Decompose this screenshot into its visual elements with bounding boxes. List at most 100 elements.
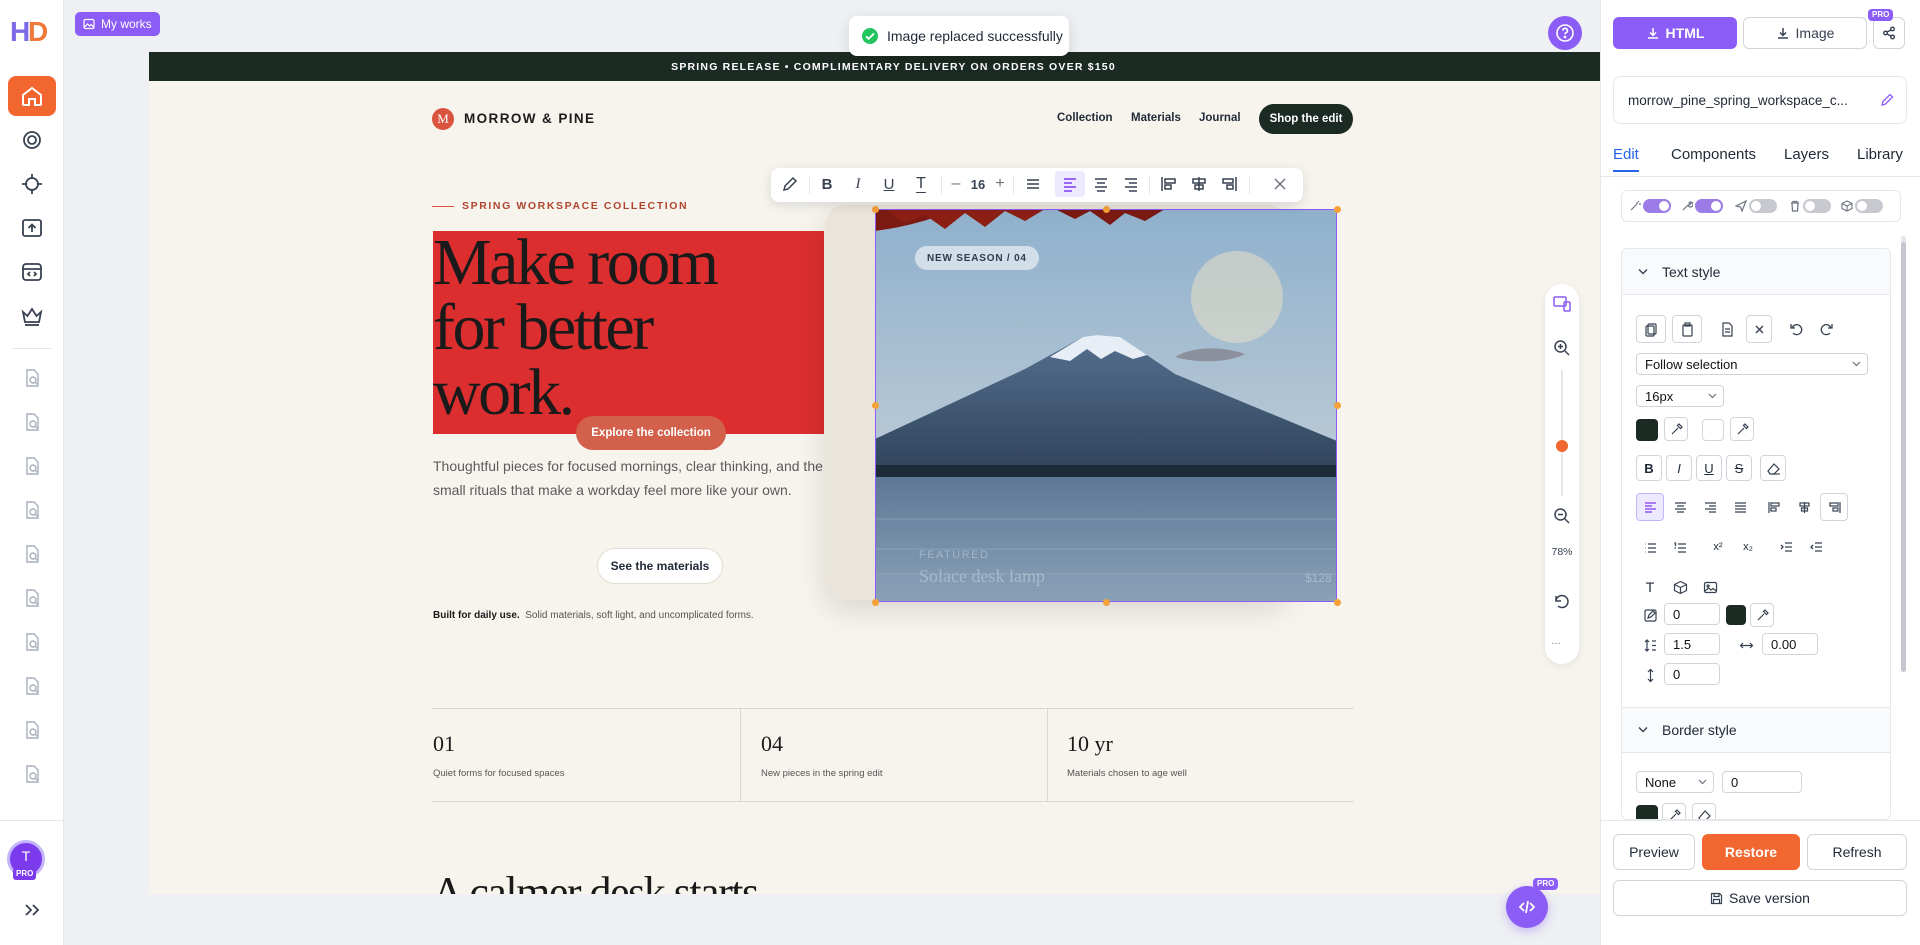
copy-style-icon[interactable] [1636, 315, 1666, 343]
expand-sidebar-icon[interactable] [20, 900, 44, 920]
share-button[interactable] [1873, 17, 1905, 49]
line-height-icon[interactable] [1636, 633, 1664, 657]
pencil-icon[interactable] [775, 168, 805, 200]
restore-button[interactable]: Restore [1702, 834, 1800, 870]
resize-handle[interactable] [871, 205, 879, 213]
line-height-input[interactable]: 1.5 [1664, 633, 1720, 655]
resize-handle[interactable] [1102, 205, 1110, 213]
target-icon[interactable] [8, 164, 56, 204]
resize-handle[interactable] [1333, 402, 1341, 409]
block-align-left-icon[interactable] [1760, 493, 1788, 521]
eraser-icon[interactable] [1692, 803, 1716, 819]
border-style-width-input[interactable]: 0 [1722, 771, 1802, 793]
superscript-icon[interactable]: x² [1704, 533, 1732, 561]
filename-field[interactable]: morrow_pine_spring_workspace_c... [1613, 76, 1907, 124]
numbered-list-icon[interactable] [1666, 533, 1694, 561]
device-preview-icon[interactable] [1552, 294, 1572, 314]
resize-handle[interactable] [1333, 205, 1341, 213]
font-size-increase[interactable]: + [991, 168, 1009, 200]
undo-icon[interactable] [1780, 315, 1810, 343]
block-align-center-icon[interactable] [1185, 168, 1213, 200]
underline-icon[interactable]: U [1696, 455, 1722, 481]
line-spacing-icon[interactable] [1019, 168, 1047, 200]
cube-toggle[interactable] [1855, 199, 1883, 213]
italic-icon[interactable]: I [1666, 455, 1692, 481]
app-logo[interactable]: HD [10, 14, 56, 46]
see-materials-button[interactable]: See the materials [597, 548, 723, 584]
align-right-icon[interactable] [1696, 493, 1724, 521]
eyedropper-icon[interactable] [1664, 417, 1688, 441]
subscript-icon[interactable]: x₂ [1734, 533, 1762, 561]
tab-edit[interactable]: Edit [1613, 146, 1639, 163]
image-icon[interactable] [1696, 573, 1724, 601]
document-icon[interactable] [1712, 315, 1742, 343]
explore-collection-button[interactable]: Explore the collection [576, 416, 726, 450]
paragraph-spacing-icon[interactable] [1636, 663, 1664, 687]
save-version-button[interactable]: Save version [1613, 880, 1907, 916]
resize-handle[interactable] [1102, 598, 1110, 606]
zoom-out-icon[interactable] [1552, 506, 1572, 526]
text-type-icon[interactable]: T [1636, 573, 1664, 601]
outdent-icon[interactable] [1802, 533, 1830, 561]
italic-icon[interactable]: I [844, 168, 872, 200]
bullet-list-icon[interactable] [1636, 533, 1664, 561]
nav-journal[interactable]: Journal [1199, 112, 1241, 124]
recent-file-icon[interactable] [22, 676, 42, 696]
eyedropper-icon[interactable] [1750, 603, 1774, 627]
block-align-left-icon[interactable] [1155, 168, 1183, 200]
resize-handle[interactable] [1333, 598, 1341, 606]
align-justify-icon[interactable] [1726, 493, 1754, 521]
send-toggle[interactable] [1749, 199, 1777, 213]
strikethrough-icon[interactable]: S [1726, 455, 1752, 481]
bold-icon[interactable]: B [813, 168, 841, 200]
my-works-button[interactable]: My works [75, 12, 160, 36]
background-color-swatch[interactable] [1702, 419, 1724, 441]
clear-style-icon[interactable] [1746, 315, 1772, 343]
zoom-slider-thumb[interactable] [1556, 439, 1568, 452]
export-image-button[interactable]: Image [1743, 17, 1867, 49]
block-align-right-icon[interactable] [1215, 168, 1243, 200]
resize-handle[interactable] [871, 402, 879, 409]
block-align-center-icon[interactable] [1790, 493, 1818, 521]
redo-icon[interactable] [1812, 315, 1842, 343]
font-size-decrease[interactable]: – [947, 168, 965, 200]
more-options-icon[interactable]: … [1551, 636, 1573, 650]
eyedropper-icon[interactable] [1730, 417, 1754, 441]
help-button[interactable] [1548, 16, 1582, 50]
code-view-button[interactable] [1506, 886, 1548, 928]
text-color-icon[interactable]: T [907, 168, 935, 200]
eyedropper-icon[interactable] [1662, 803, 1686, 819]
letter-spacing-icon[interactable] [1732, 633, 1760, 657]
selection-mode-select[interactable]: Follow selection [1636, 353, 1868, 375]
nav-collection[interactable]: Collection [1057, 112, 1113, 124]
brand-name[interactable]: MORROW & PINE [464, 111, 595, 126]
block-align-right-icon[interactable] [1820, 493, 1848, 521]
recent-file-icon[interactable] [22, 500, 42, 520]
resize-handle[interactable] [871, 598, 879, 606]
border-style-color-swatch[interactable] [1636, 805, 1658, 819]
tab-components[interactable]: Components [1671, 146, 1756, 163]
align-center-icon[interactable] [1666, 493, 1694, 521]
panel-scrollbar-thumb[interactable] [1901, 242, 1906, 672]
close-toolbar-icon[interactable] [1267, 168, 1293, 200]
nav-materials[interactable]: Materials [1131, 112, 1181, 124]
bold-icon[interactable]: B [1636, 455, 1662, 481]
home-icon[interactable] [8, 76, 56, 116]
recent-file-icon[interactable] [22, 632, 42, 652]
align-center-icon[interactable] [1087, 168, 1115, 200]
tab-layers[interactable]: Layers [1784, 146, 1829, 163]
upload-icon[interactable] [8, 208, 56, 248]
underline-icon[interactable]: U [875, 168, 903, 200]
preview-button[interactable]: Preview [1613, 834, 1695, 870]
code-box-icon[interactable] [8, 252, 56, 292]
refresh-button[interactable]: Refresh [1807, 834, 1907, 870]
tab-library[interactable]: Library [1857, 146, 1903, 163]
zoom-in-icon[interactable] [1552, 338, 1572, 358]
export-html-button[interactable]: HTML [1613, 17, 1737, 49]
border-width-input[interactable]: 0 [1664, 603, 1720, 625]
magic-toggle[interactable] [1643, 199, 1671, 213]
letter-spacing-input[interactable]: 0.00 [1762, 633, 1818, 655]
border-width-icon[interactable] [1636, 603, 1664, 627]
paste-style-icon[interactable] [1672, 315, 1702, 343]
edit-filename-icon[interactable] [1879, 92, 1895, 108]
